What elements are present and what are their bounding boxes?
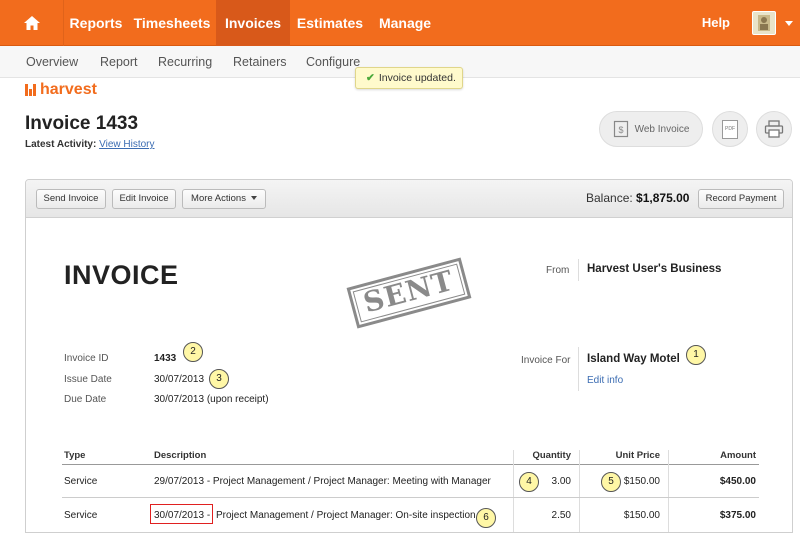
invoice-toolbar: Send Invoice Edit Invoice More Actions B… [26, 180, 792, 218]
column-header-type: Type [64, 450, 86, 461]
latest-activity-label: Latest Activity: [25, 139, 97, 150]
help-link[interactable]: Help [702, 0, 730, 46]
date-highlight-box [150, 504, 213, 524]
column-header-quantity: Quantity [532, 450, 571, 461]
more-actions-button[interactable]: More Actions [182, 189, 266, 209]
chevron-down-icon[interactable] [785, 21, 793, 26]
callout-2: 2 [183, 342, 203, 362]
divider [578, 347, 579, 391]
due-date-value: 30/07/2013 (upon receipt) [154, 394, 269, 405]
nav-timesheets[interactable]: Timesheets [128, 0, 216, 46]
callout-5: 5 [601, 472, 621, 492]
from-business-name: Harvest User's Business [587, 263, 722, 275]
row-type: Service [64, 476, 98, 487]
nav-reports[interactable]: Reports [64, 0, 128, 46]
edit-invoice-button[interactable]: Edit Invoice [112, 189, 176, 209]
invoice-for-label: Invoice For [521, 355, 571, 366]
send-invoice-button[interactable]: Send Invoice [36, 189, 106, 209]
column-header-amount: Amount [720, 450, 756, 461]
home-icon [23, 16, 40, 30]
column-header-description: Description [154, 450, 207, 461]
callout-1: 1 [686, 345, 706, 365]
printer-icon [764, 120, 784, 138]
web-invoice-button[interactable]: $ Web Invoice [599, 111, 703, 147]
invoice-updated-toast: ✔ Invoice updated. [355, 67, 463, 89]
more-actions-label: More Actions [191, 193, 246, 204]
svg-text:$: $ [618, 125, 623, 135]
balance-label: Balance: [586, 191, 633, 205]
column-divider [579, 450, 580, 532]
harvest-logo[interactable]: harvest [25, 80, 97, 100]
nav-estimates[interactable]: Estimates [290, 0, 370, 46]
avatar[interactable] [752, 11, 776, 35]
callout-4: 4 [519, 472, 539, 492]
sent-stamp: SENT [346, 257, 472, 329]
issue-date-label: Issue Date [64, 374, 112, 385]
logo-text: harvest [40, 81, 97, 98]
page-title: Invoice 1433 [25, 113, 139, 134]
record-payment-button[interactable]: Record Payment [698, 189, 784, 209]
view-history-link[interactable]: View History [99, 139, 154, 150]
web-invoice-label: Web Invoice [634, 123, 690, 135]
harvest-logo-icon [25, 84, 36, 96]
edit-info-link[interactable]: Edit info [587, 375, 623, 386]
dollar-document-icon: $ [613, 120, 628, 138]
subnav-overview[interactable]: Overview [26, 46, 78, 78]
invoice-id-value: 1433 [154, 353, 177, 364]
callout-6: 6 [476, 508, 496, 528]
client-name: Island Way Motel [587, 353, 680, 365]
callout-3: 3 [209, 369, 229, 389]
chevron-down-icon [250, 196, 257, 200]
header-divider [62, 464, 759, 465]
row-type: Service [64, 510, 98, 521]
row-description: 29/07/2013 - Project Management / Projec… [154, 476, 491, 487]
from-label: From [546, 265, 570, 276]
print-button[interactable] [756, 111, 792, 147]
column-divider [668, 450, 669, 532]
column-divider [513, 450, 514, 532]
subnav-recurring[interactable]: Recurring [158, 46, 212, 78]
invoice-id-label: Invoice ID [64, 353, 109, 364]
row-unit-price: $150.00 [623, 510, 660, 521]
checkmark-icon: ✔ [366, 72, 375, 84]
pdf-icon: PDF [722, 119, 738, 139]
row-quantity: 2.50 [551, 510, 571, 521]
column-header-unit-price: Unit Price [615, 450, 660, 461]
subnav-retainers[interactable]: Retainers [233, 46, 287, 78]
toast-text: Invoice updated. [378, 72, 456, 84]
user-avatar-icon [758, 15, 770, 31]
row-divider [62, 497, 759, 498]
invoice-heading: INVOICE [64, 260, 179, 290]
pdf-button[interactable]: PDF [712, 111, 748, 147]
row-amount: $375.00 [719, 510, 756, 521]
row-description: Project Management / Project Manager: On… [216, 510, 476, 521]
issue-date-value: 30/07/2013 [154, 374, 205, 385]
nav-manage[interactable]: Manage [370, 0, 440, 46]
invoice-panel: Send Invoice Edit Invoice More Actions B… [25, 179, 793, 533]
balance: Balance: $1,875.00 [586, 191, 689, 205]
top-navigation: Reports Timesheets Invoices Estimates Ma… [0, 0, 800, 46]
subnav-report[interactable]: Report [100, 46, 138, 78]
balance-value: $1,875.00 [636, 191, 690, 205]
row-amount: $450.00 [719, 476, 756, 487]
divider [578, 259, 579, 281]
latest-activity: Latest Activity: View History [25, 139, 155, 150]
subnav-configure[interactable]: Configure [306, 46, 360, 78]
due-date-label: Due Date [64, 394, 107, 405]
nav-invoices[interactable]: Invoices [216, 0, 290, 46]
home-button[interactable] [0, 0, 64, 46]
